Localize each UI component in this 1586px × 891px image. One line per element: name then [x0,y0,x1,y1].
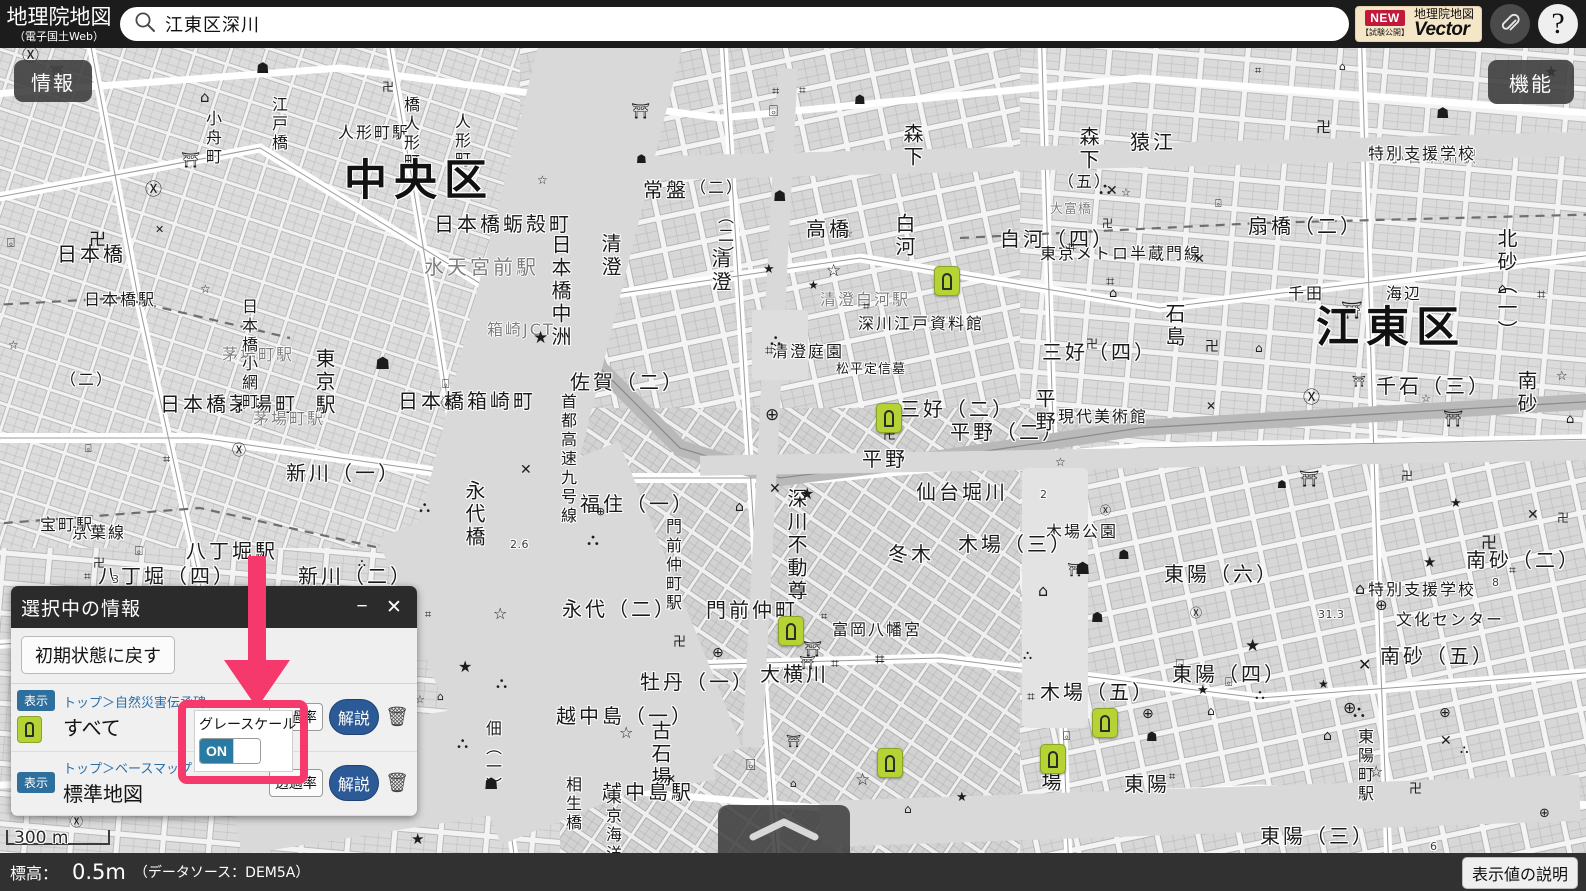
water-kiyosumi-garden [752,310,808,380]
help-label: ? [1551,7,1565,40]
vector-map-badge[interactable]: NEW 【試験公開】 地理院地図 Vector [1354,6,1482,42]
vector-badge-left: NEW 【試験公開】 [1361,10,1409,38]
value-description-button[interactable]: 表示値の説明 [1461,857,1578,889]
layer-visibility-chip[interactable]: 表示 [17,772,55,793]
monument-glyph [884,409,894,427]
monument-marker[interactable] [877,748,903,778]
monument-marker[interactable] [1040,744,1066,774]
brand-logo[interactable]: 地理院地図 （電子国土Web） [0,0,118,48]
grayscale-toggle[interactable]: ON [199,738,261,764]
monument-marker[interactable] [778,616,804,646]
grayscale-label: グレースケール [199,717,297,733]
status-bar: 標高： 0.5m （データソース：DEM5A） 表示値の説明 [0,853,1586,891]
monument-glyph [1100,714,1110,732]
search-input[interactable] [165,13,1335,35]
minimize-icon[interactable]: − [349,596,375,618]
selected-info-panel[interactable]: 選択中の情報 − ✕ 初期状態に戻す 表示 トップ＞自然災害伝承碑 すべて 透過… [11,586,417,816]
app-root: 日本橋蛎殻町 水天宮前駅 日本橋中洲 箱崎JCT 日本橋箱崎町 人形町駅 人形町 小舟町 江戸橋… [0,0,1586,891]
selected-info-header: 選択中の情報 − ✕ [11,586,417,628]
vector-badge-name: Vector [1413,19,1470,41]
reset-to-initial-button[interactable]: 初期状態に戻す [21,636,175,674]
header-bar: 地理院地図 （電子国土Web） NEW 【試験公開】 地理院地図 Vector [0,0,1586,48]
description-button[interactable]: 解説 [328,764,379,801]
function-button[interactable]: 機能 [1488,60,1574,104]
panel-toolbar: 初期状態に戻す [11,628,417,684]
trial-label: 【試験公開】 [1360,28,1409,37]
elevation-label: 標高： [10,864,59,883]
panel-title: 選択中の情報 [21,597,142,620]
trash-icon[interactable]: 🗑 [385,705,409,728]
monument-glyph [942,272,952,290]
layer-name: 標準地図 [63,782,143,806]
brand-subtitle: （電子国土Web） [14,29,104,43]
grayscale-control[interactable]: グレースケール ON [194,710,297,772]
close-icon[interactable]: ✕ [381,596,407,619]
paperclip-icon[interactable] [1490,4,1530,44]
new-badge: NEW [1365,10,1405,26]
info-button[interactable]: 情報 [14,60,92,102]
monument-glyph [786,622,796,640]
monument-marker[interactable] [934,266,960,296]
layer-visibility-chip[interactable]: 表示 [17,690,55,711]
layer-row-left: 表示 [17,690,59,743]
elevation-value: 0.5m [72,860,126,884]
monument-icon [17,716,42,743]
help-button[interactable]: ? [1538,4,1578,44]
vector-badge-right: 地理院地図 Vector [1414,8,1474,41]
chevron-up-icon[interactable] [718,805,850,853]
grayscale-toggle-knob[interactable] [233,739,260,763]
description-button[interactable]: 解説 [328,698,379,735]
layer-breadcrumb[interactable]: トップ＞自然災害伝承碑 [63,692,269,711]
monument-glyph [1048,750,1058,768]
layer-row-left: 表示 [17,772,59,793]
search-icon [134,11,156,38]
elevation-source: （データソース：DEM5A） [133,865,310,881]
trash-icon[interactable]: 🗑 [385,771,409,794]
grayscale-toggle-state: ON [200,739,233,763]
search-bar[interactable] [120,7,1349,41]
monument-marker[interactable] [876,403,902,433]
monument-marker[interactable] [1092,708,1118,738]
water-park-green [1022,468,1088,728]
opacity-button[interactable]: 透過率 [268,768,323,797]
brand-title: 地理院地図 [6,4,112,29]
monument-glyph [885,754,895,772]
